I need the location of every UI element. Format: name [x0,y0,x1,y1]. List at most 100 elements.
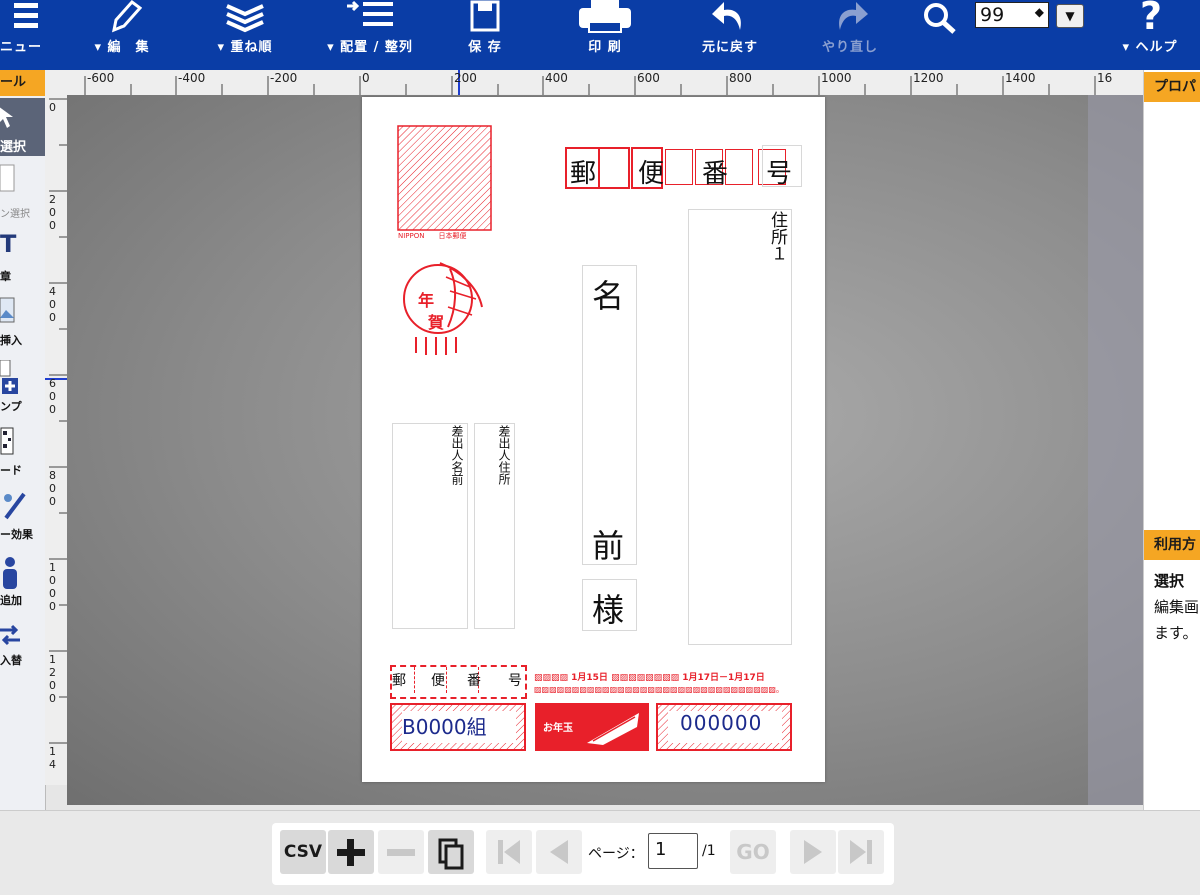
date-line-2: ▨▨▨▨▨▨▨▨▨▨▨▨▨▨▨▨▨▨▨▨▨▨▨▨▨▨▨▨▨▨▨▨。 [534,685,784,694]
undo-label: 元に戻す [701,40,758,55]
sender-postal-frame[interactable] [390,665,527,699]
next-icon [804,840,822,864]
align-icon [347,0,393,26]
sender-postal-char: 号 [508,673,522,689]
save-label: 保 存 [468,40,502,55]
minus-icon [387,849,415,856]
first-page-button[interactable] [486,830,532,874]
stamp-icon [0,360,18,394]
vruler-label: 400 [46,285,59,324]
hruler-label: 16 [1097,71,1113,85]
arrange-button[interactable]: ▾ 配置 / 整列 [320,0,420,70]
redo-button[interactable]: やり直し [810,0,890,70]
usage-header[interactable]: 利用方 [1144,530,1200,560]
vruler-label: 800 [46,469,59,508]
tool-stamp-label: ンプ [0,400,22,413]
hruler-label: 1400 [1005,71,1036,85]
arrange-label: ▾ 配置 / 整列 [327,40,413,55]
next-page-button[interactable] [790,830,836,874]
page-total: /1 [702,843,716,859]
question-icon: ? [1140,0,1163,38]
help-label: ▾ ヘルプ [1122,40,1178,55]
zoom-stepper-icon[interactable]: ◆ [1035,5,1044,19]
tool-text[interactable]: T 章 [0,230,45,285]
tool-multi-select-label: ン選択 [0,209,30,220]
add-page-button[interactable] [328,830,374,874]
help-button[interactable]: ? ▾ ヘルプ [1110,0,1190,70]
edit-label: ▾ 編 集 [94,40,150,55]
sender-postal-char: 便 [431,673,445,689]
redo-icon [839,2,868,30]
sender-postal-divider [446,667,447,693]
tool-effect-label: ー効果 [0,528,33,541]
nenga-char: 賀 [428,313,445,332]
image-icon [0,297,15,323]
canvas-edge [1088,95,1143,805]
horizontal-ruler: -600 -400 -200 0 200 400 600 800 1000 12… [45,70,1143,96]
fan-icon [587,713,639,745]
page-input[interactable]: 1 [648,833,698,869]
zoom-value: 99 [980,4,1005,26]
postcard[interactable]: NIPPON 日本郵便 年 賀 郵 便 番 号 住所１ 名 前 様 差出人名前 … [362,97,825,782]
cursor-arrow-icon [0,107,13,128]
stamp-image[interactable] [397,125,492,245]
tool-stamp[interactable]: ンプ [0,360,45,415]
effect-brush-icon [4,492,26,520]
recipient-name-bottom: 前 [592,527,625,565]
hruler-label: 600 [637,71,660,85]
postal-code-char: 郵 [570,159,597,189]
nenga-postmark-icon[interactable] [400,257,485,357]
postal-code-box[interactable] [725,149,753,185]
remove-page-button[interactable] [378,830,424,874]
tool-image-insert[interactable]: 挿入 [0,296,45,351]
tool-multi-select[interactable]: ン選択 [0,163,45,223]
tool-effect[interactable]: ー効果 [0,490,45,545]
save-button[interactable]: 保 存 [450,0,520,70]
usage-line: 編集画 [1154,598,1200,616]
hruler-label: 0 [362,71,370,85]
skip-last-icon [850,840,872,864]
edit-button[interactable]: ▾ 編 集 [82,0,162,70]
vertical-ruler: 0 200 400 600 800 1000 1200 14 [45,95,68,785]
order-button[interactable]: ▾ 重ね順 [200,0,290,70]
properties-header[interactable]: プロパ [1144,72,1200,102]
menu-label: ニュー [0,40,43,55]
tool-barcode[interactable]: ード [0,426,45,481]
tool-add-person-label: 追加 [0,594,22,607]
pencil-icon [111,0,142,33]
hruler-label: 200 [454,71,477,85]
hruler-label: 1200 [913,71,944,85]
sender-postal-char: 番 [467,673,481,689]
undo-button[interactable]: 元に戻す [690,0,770,70]
copy-page-button[interactable] [428,830,474,874]
csv-button[interactable]: CSV [280,830,326,874]
sender-address: 差出人住所 [497,425,511,485]
tool-swap[interactable]: 入替 [0,620,45,675]
page-label: ページ： [588,846,644,862]
postal-code-box[interactable] [598,147,630,189]
vruler-label: 14 [46,745,59,771]
qrcode-icon [0,427,14,455]
go-button[interactable]: GO [730,830,776,874]
sender-name: 差出人名前 [450,425,464,485]
prev-icon [550,840,568,864]
hruler-label: 800 [729,71,752,85]
recipient-address-box[interactable] [688,209,792,645]
recipient-name-top: 名 [592,277,625,315]
lottery-brand: お年玉 [543,723,573,734]
tool-select[interactable]: 選択 [0,98,45,156]
print-label: 印 刷 [588,40,622,55]
last-page-button[interactable] [838,830,884,874]
zoom-icon [924,3,956,34]
tool-text-label: 章 [0,270,11,283]
postal-code-box[interactable] [665,149,693,185]
page-navigation: CSV ページ： 1 /1 GO [272,823,894,885]
zoom-dropdown-button[interactable]: ▼ [1056,4,1084,28]
print-button[interactable]: 印 刷 [565,0,645,70]
printer-icon [579,0,631,33]
tool-add-person[interactable]: 追加 [0,556,45,611]
prev-page-button[interactable] [536,830,582,874]
menu-button[interactable]: ニュー [0,0,45,70]
zoom-input[interactable]: 99 ◆ [975,2,1049,28]
postal-code-char: 番 [702,159,729,189]
